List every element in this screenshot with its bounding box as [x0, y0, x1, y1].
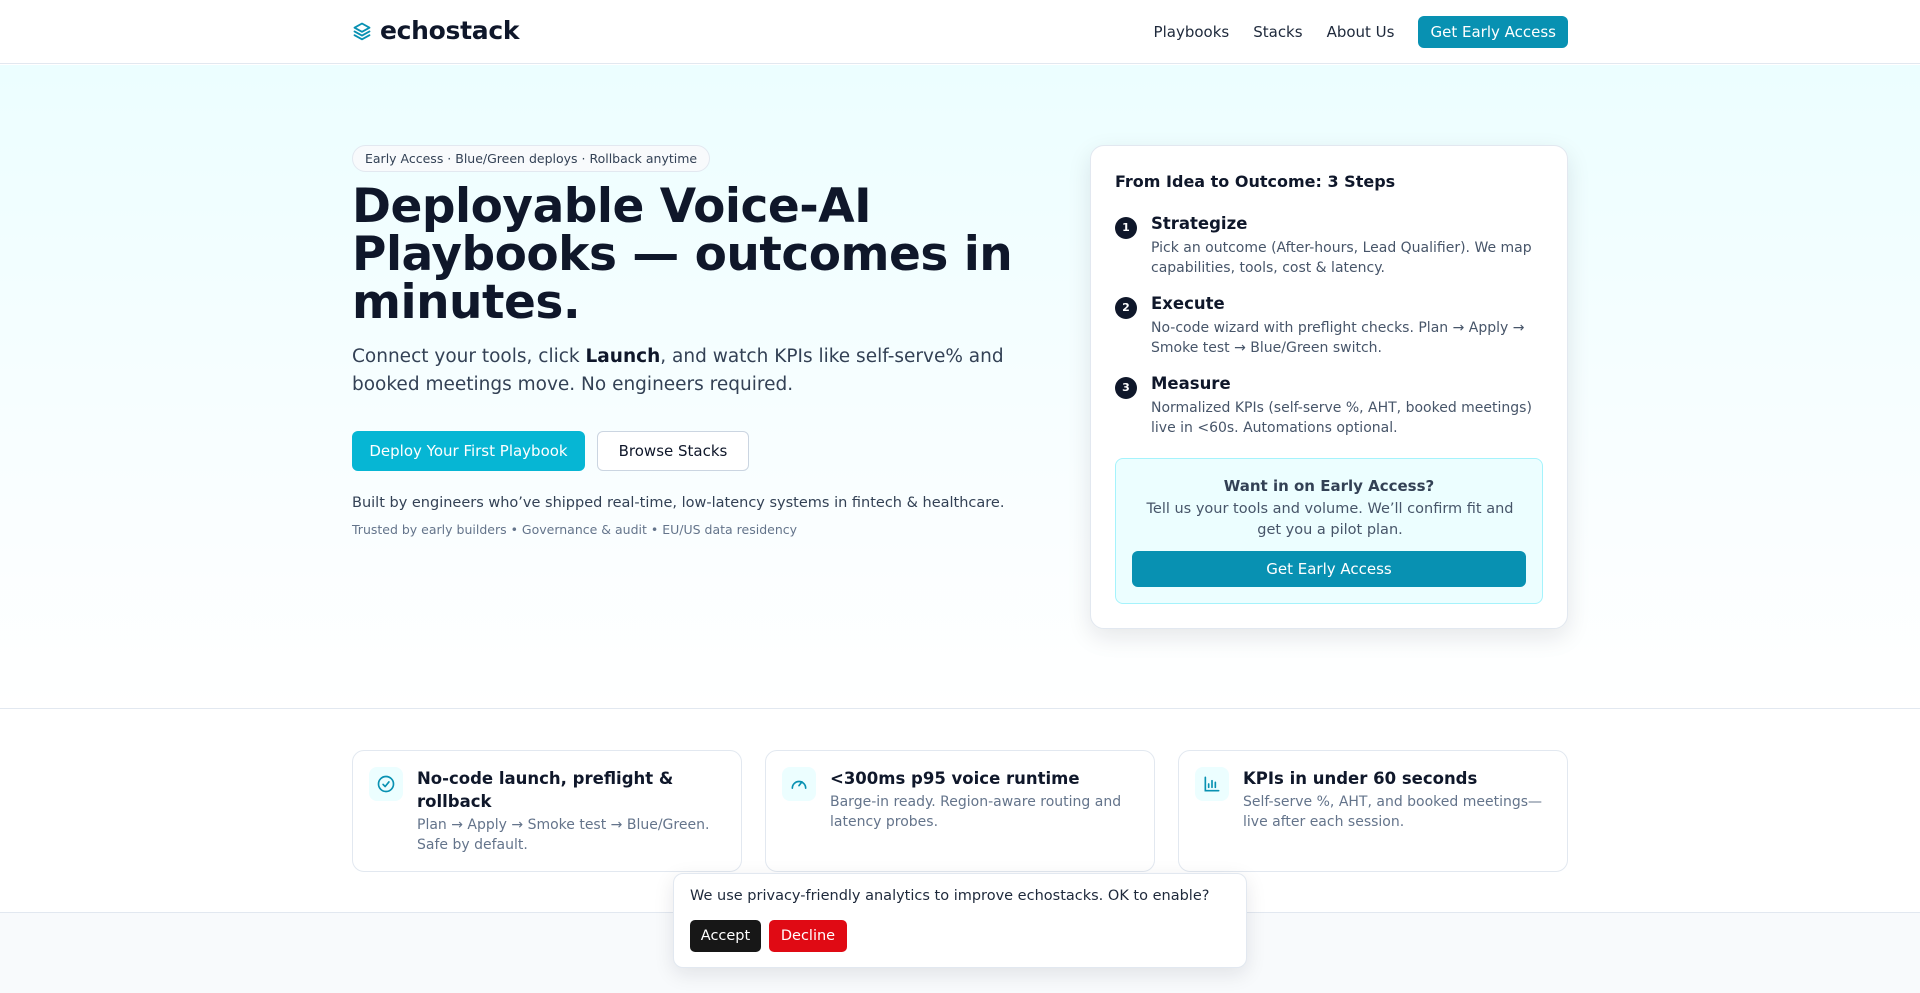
early-access-box: Want in on Early Access? Tell us your to… — [1115, 458, 1543, 604]
bar-chart-icon — [1195, 767, 1229, 801]
layers-icon — [352, 21, 372, 41]
early-access-description: Tell us your tools and volume. We’ll con… — [1146, 501, 1514, 538]
early-access-title: Want in on Early Access? — [1223, 477, 1435, 495]
deploy-playbook-button[interactable]: Deploy Your First Playbook — [352, 431, 585, 471]
feature-description: Self-serve %, AHT, and booked meetings—l… — [1243, 794, 1543, 830]
steps-card-title: From Idea to Outcome: 3 Steps — [1115, 172, 1396, 191]
feature-description: Barge-in ready. Region-aware routing and… — [830, 794, 1122, 830]
check-circle-icon — [369, 767, 403, 801]
feature-title: No-code launch, preflight & rollback — [417, 769, 674, 811]
hero-subtitle-launch: Launch — [585, 346, 661, 367]
site-header: echostack Playbooks Stacks About Us Get … — [0, 0, 1920, 64]
step-number-badge: 1 — [1115, 217, 1137, 239]
feature-title: <300ms p95 voice runtime — [830, 769, 1080, 788]
step-number-badge: 2 — [1115, 297, 1137, 319]
step-title: Measure — [1151, 374, 1231, 393]
hero-subtitle: Connect your tools, click Launch, and wa… — [352, 343, 1012, 399]
hero-title: Deployable Voice-AI Playbooks — outcomes… — [352, 179, 1013, 330]
built-by-text: Built by engineers who’ve shipped real-t… — [352, 495, 1005, 511]
nav-playbooks[interactable]: Playbooks — [1154, 23, 1230, 41]
header-early-access-button[interactable]: Get Early Access — [1418, 16, 1568, 48]
feature-card-runtime: <300ms p95 voice runtime Barge-in ready.… — [765, 750, 1155, 872]
browse-stacks-button[interactable]: Browse Stacks — [597, 431, 749, 471]
hero-subtitle-start: Connect your tools, click — [352, 346, 586, 367]
feature-title: KPIs in under 60 seconds — [1243, 769, 1478, 788]
main-nav: Playbooks Stacks About Us Get Early Acce… — [1154, 16, 1568, 48]
step-description: Pick an outcome (After-hours, Lead Quali… — [1151, 240, 1532, 276]
cookie-accept-button[interactable]: Accept — [690, 920, 761, 952]
step-description: No-code wizard with preflight checks. Pl… — [1151, 320, 1525, 356]
step-title: Execute — [1151, 294, 1225, 313]
steps-card: From Idea to Outcome: 3 Steps 1 Strategi… — [1090, 145, 1568, 629]
card-early-access-button[interactable]: Get Early Access — [1132, 551, 1526, 587]
cookie-banner: We use privacy-friendly analytics to imp… — [673, 873, 1247, 968]
feature-description: Plan → Apply → Smoke test → Blue/Green. … — [417, 817, 710, 853]
step-number-badge: 3 — [1115, 377, 1137, 399]
cookie-message: We use privacy-friendly analytics to imp… — [690, 888, 1210, 904]
step-description: Normalized KPIs (self-serve %, AHT, book… — [1151, 400, 1532, 436]
hero-section: Early Access · Blue/Green deploys · Roll… — [0, 65, 1920, 709]
feature-card-kpis: KPIs in under 60 seconds Self-serve %, A… — [1178, 750, 1568, 872]
logo-text: echostack — [380, 16, 520, 45]
feature-card-no-code: No-code launch, preflight & rollback Pla… — [352, 750, 742, 872]
logo[interactable]: echostack — [352, 16, 520, 45]
cookie-decline-button[interactable]: Decline — [769, 920, 847, 952]
trusted-text: Trusted by early builders • Governance &… — [352, 522, 798, 537]
gauge-icon — [782, 767, 816, 801]
nav-stacks[interactable]: Stacks — [1253, 23, 1302, 41]
step-title: Strategize — [1151, 214, 1248, 233]
early-access-pill: Early Access · Blue/Green deploys · Roll… — [352, 145, 711, 172]
nav-about-us[interactable]: About Us — [1327, 23, 1395, 41]
